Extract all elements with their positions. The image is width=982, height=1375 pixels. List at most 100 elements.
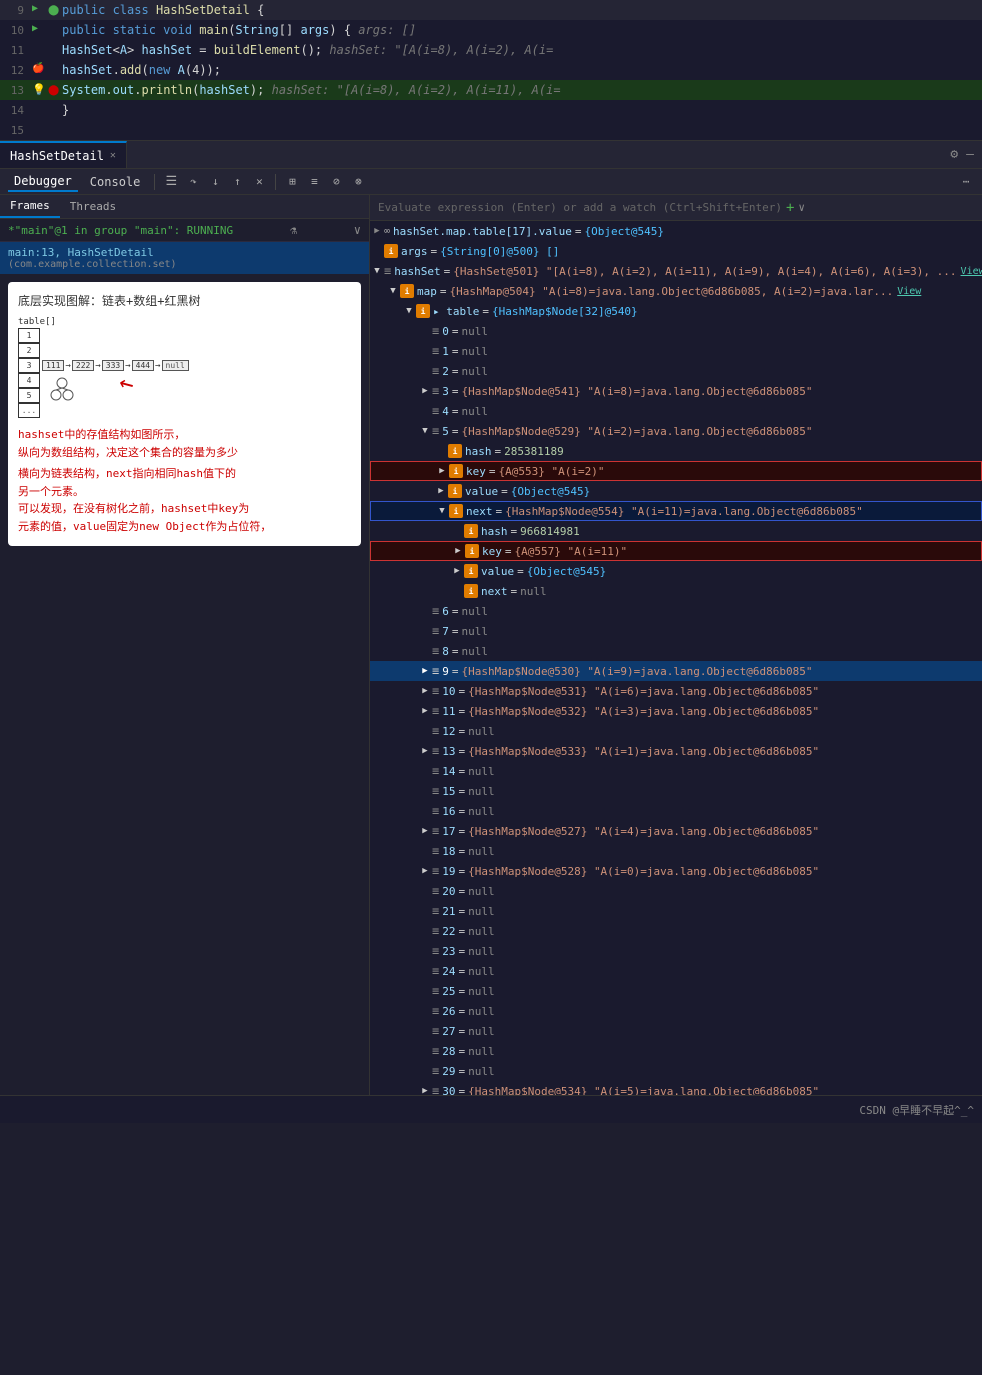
var-row-22[interactable]: ≡ 22=null [370, 921, 982, 941]
run-icon[interactable]: ▶ [32, 3, 46, 17]
var-row-17[interactable]: ▶ ≡ 17={HashMap$Node@527} "A(i=4)=java.l… [370, 821, 982, 841]
step-over-icon[interactable]: ↷ [185, 174, 201, 190]
chevron-icon[interactable]: ∨ [354, 223, 361, 237]
var-row-19[interactable]: ▶ ≡ 19={HashMap$Node@528} "A(i=0)=java.l… [370, 861, 982, 881]
step-out-icon[interactable]: ↑ [229, 174, 245, 190]
var-row-8[interactable]: ≡ 8=null [370, 641, 982, 661]
var-row-key1[interactable]: ▶ i key={A@553} "A(i=2)" [370, 461, 982, 481]
var-row-14[interactable]: ≡ 14=null [370, 761, 982, 781]
var-row-23[interactable]: ≡ 23=null [370, 941, 982, 961]
separator [154, 174, 155, 190]
field-icon: ≡ [432, 944, 439, 958]
line-number: 15 [4, 124, 32, 137]
eval-bar: Evaluate expression (Enter) or add a wat… [370, 195, 982, 221]
selected-frame[interactable]: main:13, HashSetDetail (com.example.coll… [0, 242, 369, 274]
var-row-11[interactable]: ▶ ≡ 11={HashMap$Node@532} "A(i=3)=java.l… [370, 701, 982, 721]
add-watch-button[interactable]: + [786, 200, 794, 216]
var-row-3[interactable]: ▶ ≡ 3={HashMap$Node@541} "A(i=8)=java.la… [370, 381, 982, 401]
breakpoint[interactable]: ⬤ [48, 5, 62, 16]
var-row-25[interactable]: ≡ 25=null [370, 981, 982, 1001]
code-line-15: 15 ▶ [0, 120, 982, 140]
var-row-30[interactable]: ▶ ≡ 30={HashMap$Node@534} "A(i=5)=java.l… [370, 1081, 982, 1095]
var-row-15[interactable]: ≡ 15=null [370, 781, 982, 801]
frames-tabs: Frames Threads [0, 195, 369, 219]
var-row-hash2[interactable]: i hash=966814981 [370, 521, 982, 541]
field-icon: i [464, 564, 478, 578]
var-row-map-table-value[interactable]: ▶ ∞ hashSet.map.table[17].value = {Objec… [370, 221, 982, 241]
var-value: {HashMap@504} "A(i=8)=java.lang.Object@6… [450, 285, 894, 298]
var-row-key2[interactable]: ▶ i key={A@557} "A(i=11)" [370, 541, 982, 561]
frames-icon[interactable]: ≡ [306, 174, 322, 190]
expand-icon[interactable]: ▼ [370, 264, 384, 278]
var-name: map [417, 285, 437, 298]
tab-hashsetdetail[interactable]: HashSetDetail ✕ [0, 141, 127, 168]
var-row-21[interactable]: ≡ 21=null [370, 901, 982, 921]
settings-icon[interactable]: ⋯ [958, 174, 974, 190]
var-row-27[interactable]: ≡ 27=null [370, 1021, 982, 1041]
var-row-hash1[interactable]: i hash=285381189 [370, 441, 982, 461]
tab-threads[interactable]: Threads [60, 195, 126, 218]
var-row-4[interactable]: ≡ 4=null [370, 401, 982, 421]
breakpoint[interactable]: ⬤ [48, 85, 62, 96]
var-row-table[interactable]: ▼ i ▸ table = {HashMap$Node[32]@540} [370, 301, 982, 321]
field-icon: ≡ [432, 1024, 439, 1038]
expand-icon[interactable]: ▼ [402, 304, 416, 318]
var-row-value1[interactable]: ▶ i value={Object@545} [370, 481, 982, 501]
code-text: } [62, 103, 69, 117]
var-row-next1[interactable]: ▼ i next={HashMap$Node@554} "A(i=11)=jav… [370, 501, 982, 521]
var-row-next2[interactable]: i next=null [370, 581, 982, 601]
var-row-9[interactable]: ▶ ≡ 9={HashMap$Node@530} "A(i=9)=java.la… [370, 661, 982, 681]
gear-icon[interactable]: ⚙ [950, 147, 958, 162]
var-row-24[interactable]: ≡ 24=null [370, 961, 982, 981]
var-row-26[interactable]: ≡ 26=null [370, 1001, 982, 1021]
var-row-29[interactable]: ≡ 29=null [370, 1061, 982, 1081]
tab-console[interactable]: Console [84, 173, 147, 191]
var-row-map[interactable]: ▼ i map = {HashMap@504} "A(i=8)=java.lan… [370, 281, 982, 301]
var-row-12[interactable]: ≡ 12=null [370, 721, 982, 741]
view-link[interactable]: View [897, 286, 921, 297]
list-icon[interactable]: ☰ [163, 174, 179, 190]
stop-icon[interactable]: ✕ [251, 174, 267, 190]
step-into-icon[interactable]: ↓ [207, 174, 223, 190]
var-row-2[interactable]: ≡ 2=null [370, 361, 982, 381]
watches-icon[interactable]: ⊘ [328, 174, 344, 190]
var-row-28[interactable]: ≡ 28=null [370, 1041, 982, 1061]
expand-icon[interactable]: ▼ [386, 284, 400, 298]
breakpoints-icon[interactable]: ⊞ [284, 174, 300, 190]
expand-icon[interactable]: ∨ [798, 201, 805, 214]
var-row-0[interactable]: ≡ 0=null [370, 321, 982, 341]
var-row-18[interactable]: ≡ 18=null [370, 841, 982, 861]
filter-icon[interactable]: ⚗ [290, 223, 297, 237]
var-row-10[interactable]: ▶ ≡ 10={HashMap$Node@531} "A(i=6)=java.l… [370, 681, 982, 701]
view-link[interactable]: View [961, 266, 982, 277]
tab-frames[interactable]: Frames [0, 195, 60, 218]
var-row-1[interactable]: ≡ 1=null [370, 341, 982, 361]
var-row-5[interactable]: ▼ ≡ 5={HashMap$Node@529} "A(i=2)=java.la… [370, 421, 982, 441]
field-icon: ≡ [432, 724, 439, 738]
var-row-hashset[interactable]: ▼ ≡ hashSet = {HashSet@501} "[A(i=8), A(… [370, 261, 982, 281]
frame-info: *"main"@1 in group "main": RUNNING ⚗ ∨ [0, 219, 369, 242]
var-row-6[interactable]: ≡ 6=null [370, 601, 982, 621]
field-icon: ≡ [432, 884, 439, 898]
field-icon: ≡ [432, 404, 439, 418]
minus-icon[interactable]: — [966, 147, 974, 162]
tab-close-icon[interactable]: ✕ [110, 150, 116, 161]
expand-icon[interactable]: ▶ [370, 224, 384, 238]
var-row-value2[interactable]: ▶ i value={Object@545} [370, 561, 982, 581]
var-row-7[interactable]: ≡ 7=null [370, 621, 982, 641]
var-row-16[interactable]: ≡ 16=null [370, 801, 982, 821]
eval-placeholder: Evaluate expression (Enter) or add a wat… [378, 201, 782, 214]
field-icon: ≡ [432, 964, 439, 978]
line-number: 9 [4, 4, 32, 17]
var-row-13[interactable]: ▶ ≡ 13={HashMap$Node@533} "A(i=1)=java.l… [370, 741, 982, 761]
tab-debugger[interactable]: Debugger [8, 172, 78, 192]
var-row-20[interactable]: ≡ 20=null [370, 881, 982, 901]
evaluate-icon[interactable]: ⊗ [350, 174, 366, 190]
field-icon: ≡ [432, 924, 439, 938]
code-line-10: 10 ▶ public static void main(String[] ar… [0, 20, 982, 40]
expand-icon[interactable] [370, 244, 384, 258]
code-line-11: 11 ▶ HashSet<A> hashSet = buildElement()… [0, 40, 982, 60]
run-icon[interactable]: ▶ [32, 23, 46, 37]
var-name: hashSet [394, 265, 440, 278]
var-row-args[interactable]: i args = {String[0]@500} [] [370, 241, 982, 261]
